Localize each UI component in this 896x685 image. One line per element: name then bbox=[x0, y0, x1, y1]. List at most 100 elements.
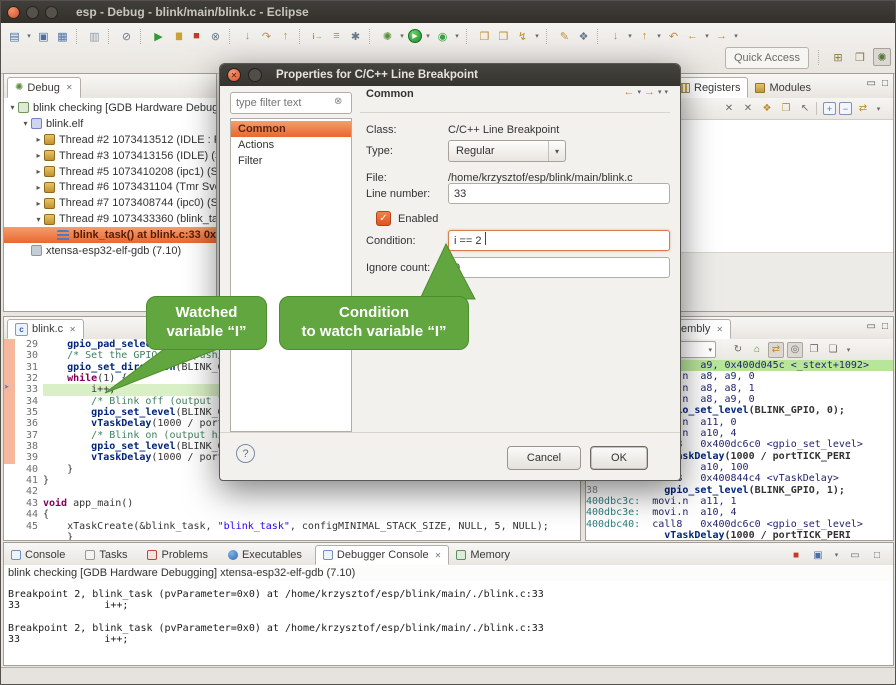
window-minimize-icon[interactable] bbox=[26, 6, 39, 19]
maximize-icon[interactable]: □ bbox=[869, 547, 885, 563]
mark-occurrences-icon[interactable]: ✎ bbox=[556, 28, 573, 45]
gutter-annotation[interactable]: ➤ bbox=[4, 452, 15, 463]
gutter-annotation[interactable]: ➤ bbox=[4, 464, 15, 475]
gutter-annotation[interactable]: ➤ bbox=[4, 339, 15, 350]
show-debug-view-icon[interactable]: ≡ bbox=[328, 28, 345, 45]
disconnect-icon[interactable]: ⊗ bbox=[207, 28, 224, 45]
open-console-dropdown-icon[interactable]: ▾ bbox=[832, 547, 841, 563]
dialog-nav-actions[interactable]: Actions bbox=[231, 137, 351, 153]
flash-dropdown-icon[interactable]: ▾ bbox=[533, 28, 541, 45]
previous-annotation-icon[interactable]: ↑ bbox=[636, 28, 653, 45]
toolbar-separator[interactable] bbox=[229, 29, 234, 44]
back-dropdown-icon[interactable]: ▾ bbox=[703, 28, 711, 45]
forward-icon[interactable]: → bbox=[644, 86, 655, 98]
dialog-close-icon[interactable]: ✕ bbox=[227, 68, 241, 82]
tree-item-stack-frame[interactable]: blink_task() at blink.c:33 0x400db bbox=[4, 227, 216, 243]
quick-access-button[interactable]: Quick Access bbox=[725, 47, 809, 69]
tree-item-thread-3[interactable]: ▸ Thread #3 1073413156 (IDLE) (Susp bbox=[4, 148, 216, 164]
tab-console[interactable]: Console bbox=[4, 545, 78, 565]
external-tools-dropdown-icon[interactable]: ▾ bbox=[453, 28, 461, 45]
select-pointer-icon[interactable]: ↖ bbox=[797, 101, 813, 117]
expander-icon[interactable]: ▸ bbox=[33, 135, 44, 144]
toolbar-separator[interactable] bbox=[597, 29, 602, 44]
tab-blink-c[interactable]: c blink.c ✕ bbox=[7, 319, 84, 339]
enabled-checkbox[interactable]: ✓ bbox=[376, 211, 391, 226]
disassembly-row[interactable]: vTaskDelay(1000 / portTICK_PERI bbox=[586, 530, 893, 540]
gutter-annotation[interactable]: ➤ bbox=[4, 509, 15, 520]
disassembly-row[interactable]: 400dbc3c: movi.n a11, 1 bbox=[586, 496, 893, 507]
gutter-annotation[interactable]: ➤ bbox=[4, 532, 15, 540]
tree-item-blink-elf[interactable]: ▾ blink.elf bbox=[4, 116, 216, 132]
minimize-icon[interactable]: ▭ bbox=[867, 78, 876, 89]
tab-registers[interactable]: Registers bbox=[672, 77, 748, 98]
console-output[interactable]: Breakpoint 2, blink_task (pvParameter=0x… bbox=[4, 581, 893, 663]
close-tab-icon[interactable]: ✕ bbox=[69, 325, 76, 334]
show-columns-icon[interactable]: ❒ bbox=[778, 101, 794, 117]
gutter-annotation[interactable]: ➤ bbox=[4, 362, 15, 373]
disassembly-row[interactable]: 400dbc40: call8 0x400dc6c0 <gpio_set_lev… bbox=[586, 519, 893, 530]
expander-icon[interactable]: ▸ bbox=[33, 151, 44, 160]
link-with-editor-icon[interactable]: ❖ bbox=[575, 28, 592, 45]
code-line[interactable]: ➤ 43 void app_main() bbox=[4, 498, 580, 509]
type-dropdown[interactable]: Regular ▾ bbox=[448, 140, 566, 162]
gutter-annotation[interactable]: ➤ bbox=[4, 486, 15, 497]
back-icon[interactable]: ← bbox=[623, 86, 634, 98]
next-annotation-icon[interactable]: ↓ bbox=[607, 28, 624, 45]
dialog-nav-filter[interactable]: Filter bbox=[231, 153, 351, 169]
gutter-annotation[interactable]: ➤ bbox=[4, 521, 15, 532]
external-tools-icon[interactable]: ◉ bbox=[434, 28, 451, 45]
gutter-annotation[interactable]: ➤ bbox=[4, 475, 15, 486]
gutter-annotation[interactable]: ➤ bbox=[4, 498, 15, 509]
toolbar-separator[interactable] bbox=[546, 29, 551, 44]
save-icon[interactable]: ▣ bbox=[35, 28, 52, 45]
expander-icon[interactable]: ▾ bbox=[33, 215, 44, 224]
run-icon[interactable]: ▶ bbox=[408, 29, 422, 43]
window-close-icon[interactable] bbox=[7, 6, 20, 19]
code-line[interactable]: ➤ } bbox=[4, 532, 580, 540]
debug-perspective-icon[interactable]: ✺ bbox=[873, 48, 891, 66]
terminate-icon[interactable]: ■ bbox=[188, 28, 205, 45]
restart-icon[interactable]: ✱ bbox=[347, 28, 364, 45]
code-line[interactable]: ➤ 42 bbox=[4, 486, 580, 497]
layout-icon[interactable]: ⇄ bbox=[855, 101, 871, 117]
instruction-pointer-icon[interactable]: ➤ bbox=[4, 383, 9, 394]
maximize-icon[interactable]: □ bbox=[882, 321, 888, 332]
gutter-annotation[interactable]: ➤ bbox=[4, 441, 15, 452]
open-run-config-icon[interactable]: ❒ bbox=[495, 28, 512, 45]
dialog-maximize-icon[interactable] bbox=[248, 68, 262, 82]
step-return-icon[interactable]: ↑ bbox=[277, 28, 294, 45]
toolbar-separator[interactable] bbox=[108, 29, 113, 44]
back-dropdown-icon[interactable]: ▾ bbox=[637, 88, 641, 96]
expander-icon[interactable]: ▸ bbox=[33, 183, 44, 192]
tree-item-thread-2[interactable]: ▸ Thread #2 1073413512 (IDLE : Runn bbox=[4, 132, 216, 148]
window-maximize-icon[interactable] bbox=[45, 6, 58, 19]
gutter-annotation[interactable]: ➤ bbox=[4, 350, 15, 361]
expander-icon[interactable]: ▸ bbox=[33, 199, 44, 208]
collapse-all-icon[interactable]: − bbox=[839, 102, 852, 115]
close-tab-icon[interactable]: ✕ bbox=[435, 551, 442, 560]
tree-item-thread-5[interactable]: ▸ Thread #5 1073410208 (ipc1) (Susp bbox=[4, 164, 216, 180]
tree-item-launch[interactable]: ▾ blink checking [GDB Hardware Debug bbox=[4, 100, 216, 116]
close-tab-icon[interactable]: ✕ bbox=[66, 83, 73, 92]
code-line[interactable]: ➤ 45 xTaskCreate(&blink_task, "blink_tas… bbox=[4, 521, 580, 532]
instruction-stepping-icon[interactable]: i→ bbox=[309, 28, 326, 45]
tab-tasks[interactable]: Tasks bbox=[78, 545, 140, 565]
condition-input[interactable] bbox=[448, 230, 670, 251]
toolbar-separator[interactable] bbox=[140, 29, 145, 44]
step-over-icon[interactable]: ↷ bbox=[258, 28, 275, 45]
new-dropdown-icon[interactable]: ▾ bbox=[25, 28, 33, 45]
gutter-annotation[interactable]: ➤ bbox=[4, 430, 15, 441]
tab-modules[interactable]: Modules bbox=[748, 77, 818, 98]
sync-selection-icon[interactable]: ⇄ bbox=[768, 342, 784, 358]
debug-icon[interactable]: ✺ bbox=[379, 28, 396, 45]
track-expression-icon[interactable]: ◎ bbox=[787, 342, 803, 358]
expander-icon[interactable]: ▸ bbox=[33, 167, 44, 176]
terminate-console-icon[interactable]: ■ bbox=[788, 547, 804, 563]
resume-icon[interactable]: ▶ bbox=[150, 28, 167, 45]
forward-icon[interactable]: → bbox=[713, 28, 730, 45]
open-perspective-icon[interactable]: ⊞ bbox=[829, 48, 847, 66]
tab-debug[interactable]: ✺ Debug ✕ bbox=[7, 77, 81, 98]
binary-display-icon[interactable]: ▥ bbox=[86, 28, 103, 45]
code-line[interactable]: ➤ 44 { bbox=[4, 509, 580, 520]
disassembly-row[interactable]: 38 gpio_set_level(BLINK_GPIO, 1); bbox=[586, 485, 893, 496]
